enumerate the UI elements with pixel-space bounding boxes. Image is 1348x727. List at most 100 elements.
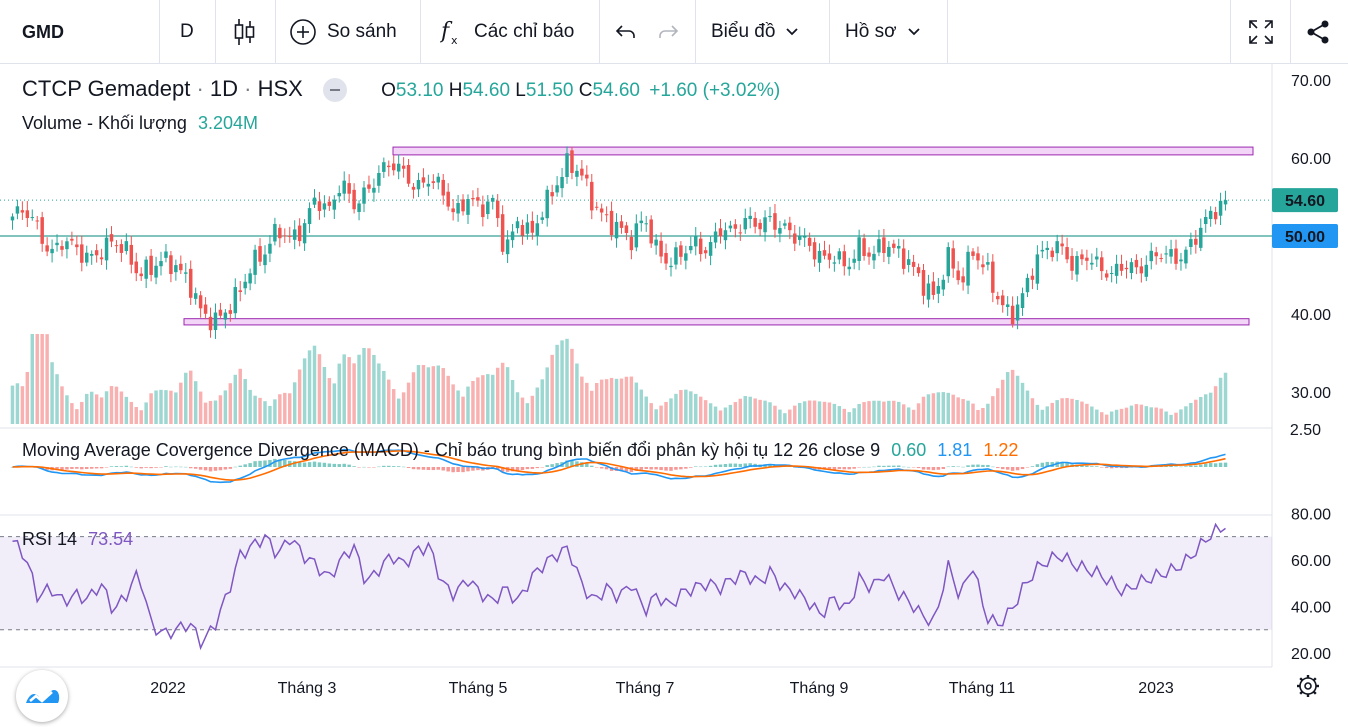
- macd-histogram-bar: [911, 467, 916, 468]
- macd-params: 12 26 close 9: [773, 440, 881, 460]
- chart-area[interactable]: 70.00 60.00 40.00 30.00 2.50 80.00 60.00 40.00 2…: [0, 64, 1348, 722]
- candle-body: [45, 245, 49, 252]
- macd-histogram-bar: [738, 463, 743, 467]
- macd-histogram-bar: [956, 466, 960, 468]
- macd-histogram-bar: [1010, 467, 1015, 471]
- volume-bar: [258, 397, 262, 424]
- volume-bar: [193, 381, 198, 424]
- share-button[interactable]: [1305, 0, 1331, 64]
- level-price-label: 50.00: [1272, 224, 1338, 248]
- macd-histogram-bar: [872, 466, 876, 468]
- candle-body: [644, 223, 648, 225]
- candle-body: [317, 201, 322, 212]
- volume-bar: [515, 392, 520, 424]
- candle-body: [451, 208, 455, 213]
- volume-bar: [639, 389, 644, 424]
- candle-body: [659, 240, 663, 257]
- macd-histogram-bar: [406, 467, 411, 468]
- candle-body: [976, 253, 980, 261]
- candle-body: [406, 164, 411, 184]
- undo-button[interactable]: [614, 0, 638, 64]
- volume-bar: [292, 382, 297, 424]
- gear-icon[interactable]: [1297, 675, 1319, 697]
- volume-bar: [347, 357, 351, 424]
- volume-bar: [981, 408, 985, 424]
- chart-canvas[interactable]: 70.00 60.00 40.00 30.00 2.50 80.00 60.00 40.00 2…: [0, 64, 1348, 697]
- macd-histogram-bar: [723, 464, 728, 467]
- volume-bar: [510, 379, 515, 424]
- macd-histogram-bar: [1223, 462, 1228, 467]
- volume-bar: [832, 403, 837, 424]
- macd-histogram-bar: [104, 467, 109, 468]
- volume-bar: [753, 398, 757, 424]
- volume-bar: [971, 403, 975, 424]
- volume-bar: [664, 401, 668, 424]
- resistance-rectangle[interactable]: [392, 146, 1254, 156]
- price-axis[interactable]: 70.00 60.00 40.00 30.00 2.50 80.00 60.00 40.00 2…: [1290, 73, 1331, 663]
- redo-button[interactable]: [656, 0, 680, 64]
- volume-bar: [892, 400, 896, 424]
- volume-bar: [327, 378, 332, 424]
- compare-button[interactable]: So sánh: [289, 0, 397, 64]
- macd-histogram-bar: [1208, 463, 1213, 467]
- volume-bar: [788, 409, 792, 424]
- close-label: C: [578, 80, 593, 101]
- candle-body: [1005, 304, 1010, 308]
- chart-menu-button[interactable]: Biểu đồ: [711, 0, 799, 64]
- macd-histogram-bar: [921, 467, 926, 470]
- macd-histogram-bar: [411, 467, 416, 470]
- macd-histogram-bar: [936, 467, 941, 470]
- volume-bar: [332, 383, 337, 424]
- volume-bar: [585, 382, 589, 424]
- toolbar-divider: [159, 0, 160, 64]
- fullscreen-button[interactable]: [1248, 0, 1274, 64]
- candle-body: [1164, 253, 1168, 255]
- symbol-label: GMD: [22, 21, 64, 42]
- macd-histogram-bar: [164, 466, 168, 467]
- support-rectangle[interactable]: [183, 318, 1250, 326]
- candles-icon: [234, 19, 255, 45]
- macd-histogram-bar: [1095, 466, 1099, 467]
- candle-body: [416, 179, 421, 190]
- volume-bar: [659, 405, 663, 424]
- interval-button[interactable]: D: [180, 0, 194, 64]
- volume-bar: [684, 389, 688, 424]
- volume-bar: [535, 387, 540, 424]
- candle-body: [30, 217, 35, 219]
- candle-body: [629, 236, 634, 251]
- candle-body: [243, 281, 247, 289]
- macd-histogram-bar: [357, 467, 361, 468]
- volume-bar: [421, 365, 426, 424]
- macd-histogram-bar: [446, 467, 450, 472]
- collapse-legend-button[interactable]: [323, 78, 347, 103]
- candle-body: [50, 248, 54, 254]
- candle-body: [55, 242, 59, 246]
- volume-bar: [1005, 372, 1010, 424]
- macd-histogram-bar: [139, 467, 143, 469]
- volume-bar: [1085, 403, 1089, 424]
- candle-body: [292, 229, 297, 240]
- indicators-button[interactable]: f x Các chỉ báo: [440, 0, 574, 64]
- macd-histogram-bar: [347, 464, 351, 467]
- candle-body: [1203, 217, 1208, 225]
- volume-bar: [411, 372, 416, 424]
- tradingview-logo-button[interactable]: [16, 670, 68, 722]
- macd-histogram-bar: [1218, 462, 1223, 467]
- volume-bar: [857, 403, 861, 424]
- volume-bar: [396, 398, 401, 424]
- symbol-search-button[interactable]: GMD: [22, 0, 64, 64]
- candle-body: [396, 163, 401, 172]
- macd-histogram-bar: [1035, 464, 1040, 467]
- volume-bar: [1144, 406, 1149, 424]
- volume-bar: [723, 407, 728, 424]
- profile-menu-button[interactable]: Hồ sơ: [845, 0, 921, 64]
- volume-bar: [1159, 408, 1163, 424]
- volume-bar: [540, 379, 544, 424]
- candle-body: [337, 193, 341, 197]
- chart-type-button[interactable]: [233, 0, 257, 64]
- macd-histogram-bar: [951, 466, 955, 467]
- volume-bar: [70, 403, 74, 424]
- time-axis[interactable]: 2022 Tháng 3 Tháng 5 Tháng 7 Tháng 9 Tháng 11…: [150, 680, 1174, 697]
- rsi-period: 14: [57, 529, 78, 549]
- volume-bar: [357, 354, 361, 424]
